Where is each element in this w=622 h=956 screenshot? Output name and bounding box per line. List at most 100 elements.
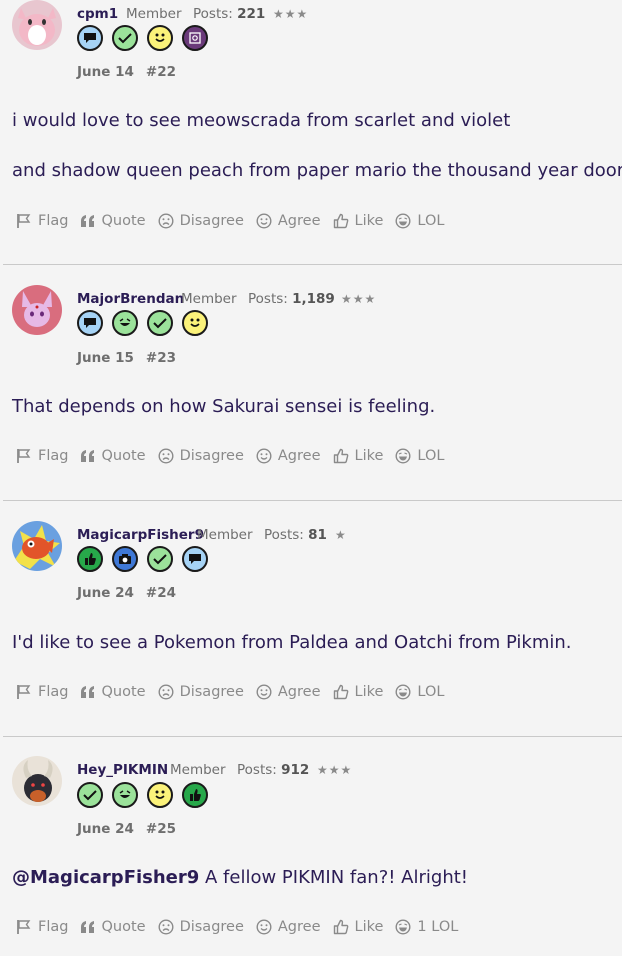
agree-button[interactable]: Agree — [256, 448, 321, 464]
agree-button[interactable]: Agree — [256, 213, 321, 229]
username[interactable]: MajorBrendan — [77, 291, 184, 307]
username[interactable]: cpm1 — [77, 6, 118, 22]
smile-badge-icon[interactable] — [147, 25, 173, 51]
post-number[interactable]: #22 — [146, 64, 176, 80]
chat-badge-icon[interactable] — [182, 546, 208, 572]
flag-icon — [17, 449, 31, 463]
chat-badge-icon[interactable] — [77, 25, 103, 51]
clefairy-avatar-icon — [12, 0, 62, 50]
agree-button[interactable]: Agree — [256, 684, 321, 700]
post-body-text: A fellow PIKMIN fan?! Alright! — [199, 867, 469, 888]
post-date: June 24 #25 — [77, 821, 176, 837]
flag-button[interactable]: Flag — [16, 448, 68, 464]
like-button[interactable]: Like — [333, 919, 383, 935]
like-button[interactable]: Like — [333, 684, 383, 700]
post-number[interactable]: #24 — [146, 585, 176, 601]
post-body-line: i would love to see meowscrada from scar… — [12, 110, 511, 131]
badge-row — [77, 782, 208, 808]
flag-button[interactable]: Flag — [16, 919, 68, 935]
post-date: June 14 #22 — [77, 64, 176, 80]
agree-label: Agree — [277, 919, 321, 935]
user-role: Member — [197, 527, 253, 543]
user-mention-link[interactable]: @MagicarpFisher9 — [12, 867, 199, 888]
avatar[interactable] — [12, 285, 62, 335]
badge-row — [77, 310, 208, 336]
disagree-label: Disagree — [179, 919, 244, 935]
post-count-value: 81 — [308, 527, 327, 543]
smile-icon — [256, 919, 272, 935]
check-badge-icon[interactable] — [112, 25, 138, 51]
post-count: Posts: 1,189 — [248, 291, 335, 307]
disagree-button[interactable]: Disagree — [158, 448, 244, 464]
post-25: Hey_PIKMIN Member Posts: 912 ★★★ June 24… — [0, 737, 622, 956]
quote-icon — [81, 686, 95, 698]
smile-badge-icon[interactable] — [147, 782, 173, 808]
post-body-line: I'd like to see a Pokemon from Paldea an… — [12, 632, 572, 653]
disagree-button[interactable]: Disagree — [158, 213, 244, 229]
username[interactable]: Hey_PIKMIN — [77, 762, 168, 778]
avatar[interactable] — [12, 0, 62, 50]
quote-button[interactable]: Quote — [80, 213, 146, 229]
check-badge-icon[interactable] — [147, 310, 173, 336]
lol-button[interactable]: 1 LOL — [395, 919, 458, 935]
user-role: Member — [126, 6, 182, 22]
quote-button[interactable]: Quote — [80, 448, 146, 464]
rank-stars: ★★★ — [317, 763, 353, 777]
agree-label: Agree — [277, 448, 321, 464]
post-actions: Flag Quote Disagree Agree Like LOL — [16, 684, 456, 700]
post-date-text[interactable]: June 14 — [77, 64, 134, 80]
post-count-label: Posts: — [193, 6, 233, 22]
post-count: Posts: 81 — [264, 527, 327, 543]
smile-badge-icon[interactable] — [182, 310, 208, 336]
like-button[interactable]: Like — [333, 213, 383, 229]
username[interactable]: MagicarpFisher9 — [77, 527, 204, 543]
check-badge-icon[interactable] — [77, 782, 103, 808]
thumbs-up-icon — [333, 213, 348, 229]
avatar[interactable] — [12, 756, 62, 806]
flag-icon — [17, 685, 31, 699]
laugh-badge-icon[interactable] — [112, 782, 138, 808]
lol-label: LOL — [417, 448, 445, 464]
post-number[interactable]: #23 — [146, 350, 176, 366]
rank-stars: ★ — [335, 528, 347, 542]
like-button[interactable]: Like — [333, 448, 383, 464]
flag-icon — [17, 920, 31, 934]
flag-label: Flag — [38, 448, 69, 464]
lol-button[interactable]: LOL — [395, 448, 444, 464]
thumbs-up-badge-icon[interactable] — [182, 782, 208, 808]
quote-button[interactable]: Quote — [80, 919, 146, 935]
agree-label: Agree — [277, 684, 321, 700]
disagree-button[interactable]: Disagree — [158, 684, 244, 700]
disagree-button[interactable]: Disagree — [158, 919, 244, 935]
laugh-badge-icon[interactable] — [112, 310, 138, 336]
quote-label: Quote — [101, 448, 146, 464]
quote-label: Quote — [101, 919, 146, 935]
disagree-label: Disagree — [179, 213, 244, 229]
lol-button[interactable]: LOL — [395, 684, 444, 700]
post-date-text[interactable]: June 15 — [77, 350, 134, 366]
flag-icon — [17, 214, 31, 228]
flag-button[interactable]: Flag — [16, 213, 68, 229]
thumbs-up-badge-icon[interactable] — [77, 546, 103, 572]
post-body-line: and shadow queen peach from paper mario … — [12, 160, 622, 181]
camera-badge-icon[interactable] — [182, 25, 208, 51]
check-badge-icon[interactable] — [147, 546, 173, 572]
post-date-text[interactable]: June 24 — [77, 585, 134, 601]
flag-button[interactable]: Flag — [16, 684, 68, 700]
thumbs-up-icon — [333, 684, 348, 700]
badge-row — [77, 546, 208, 572]
post-body-line: @MagicarpFisher9 A fellow PIKMIN fan?! A… — [12, 867, 468, 888]
laugh-icon — [395, 448, 411, 464]
post-count-value: 1,189 — [292, 291, 335, 307]
camera-badge-icon[interactable] — [112, 546, 138, 572]
post-date-text[interactable]: June 24 — [77, 821, 134, 837]
avatar[interactable] — [12, 521, 62, 571]
post-number[interactable]: #25 — [146, 821, 176, 837]
quote-button[interactable]: Quote — [80, 684, 146, 700]
quote-label: Quote — [101, 213, 146, 229]
chat-badge-icon[interactable] — [77, 310, 103, 336]
quote-icon — [81, 215, 95, 227]
disagree-label: Disagree — [179, 684, 244, 700]
lol-button[interactable]: LOL — [395, 213, 444, 229]
agree-button[interactable]: Agree — [256, 919, 321, 935]
